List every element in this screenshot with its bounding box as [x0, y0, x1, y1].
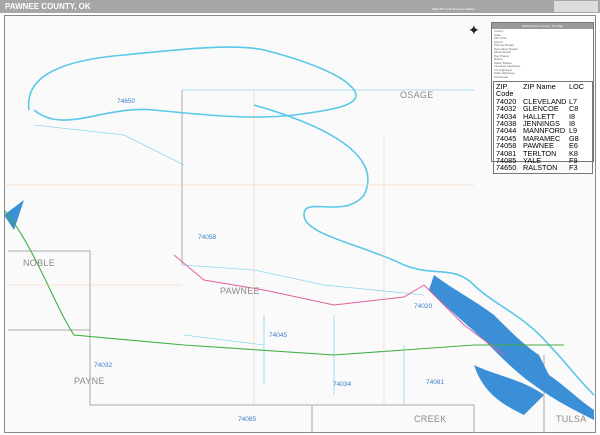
logo — [554, 1, 598, 12]
map-title: PAWNEE COUNTY, OK — [5, 2, 91, 11]
zip-label: 74045 — [269, 332, 288, 339]
zip-table-cell: LOC — [569, 82, 585, 91]
zip-table-cell: ZIP Name — [523, 82, 556, 91]
legend: 2020 Pawnee County, OK Map County State … — [491, 22, 594, 174]
county-label: NOBLE — [23, 258, 56, 268]
edition-label: 2020 ZIP Code Premium Edition — [432, 7, 475, 11]
zip-label: 74058 — [198, 234, 217, 241]
zip-table-cell: 74650 — [496, 163, 517, 173]
header-bar: PAWNEE COUNTY, OK 2020 ZIP Code Premium … — [0, 0, 600, 13]
zip-table-row: ZIP Code ZIP Name LOC — [496, 83, 590, 98]
zip-label: 74085 — [238, 416, 257, 423]
zip-table-cell: RALSTON — [523, 163, 558, 173]
county-label: PAWNEE — [220, 286, 260, 296]
zip-table-row: 74650 RALSTON F3 — [496, 163, 590, 173]
legend-item: Toll Roads — [494, 74, 509, 79]
zip-table: ZIP Code ZIP Name LOC 74020 CLEVELAND L7 74032… — [493, 81, 593, 174]
county-label: CREEK — [414, 414, 447, 424]
zip-table-cell: F3 — [569, 163, 578, 173]
county-label: TULSA — [556, 414, 587, 424]
compass-icon: ✦ — [468, 22, 480, 38]
zip-label: 74650 — [117, 98, 136, 105]
zip-label: 74020 — [414, 303, 433, 310]
zip-table-cell: ZIP Code — [496, 82, 514, 99]
county-label: OSAGE — [400, 90, 434, 100]
zip-label: 74081 — [426, 379, 445, 386]
zip-label: 74032 — [94, 362, 113, 369]
zip-label: 74034 — [333, 381, 352, 388]
county-label: PAYNE — [74, 376, 105, 386]
